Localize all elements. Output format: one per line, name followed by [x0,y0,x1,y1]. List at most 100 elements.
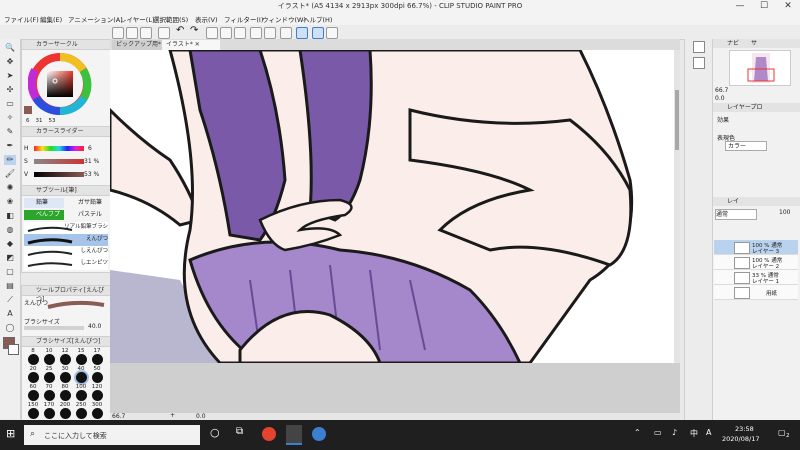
notification-icon[interactable]: ▢ [778,428,786,437]
slider-s-track[interactable] [34,159,84,164]
brush-size-preset[interactable]: 100 [74,384,88,401]
clock-time[interactable]: 23:58 [735,425,754,433]
ruler-icon[interactable]: ⟋ [4,295,16,305]
gradient-icon[interactable]: ◩ [4,253,16,263]
group-rough-pencil[interactable]: ガサ鉛筆 [66,198,108,208]
chrome-icon[interactable] [262,427,276,441]
artwork-canvas[interactable] [108,48,680,412]
group-pen-brush[interactable]: べんフプラン [24,210,64,228]
slider-v-track[interactable] [34,172,84,177]
tab-illustration[interactable]: イラスト* ✕ [162,40,220,50]
clip-studio-icon[interactable] [286,425,302,445]
menu-layer[interactable]: レイヤー(L) [120,14,155,24]
menu-selection[interactable]: 選択範囲(S) [153,14,188,24]
snap-ruler-icon[interactable] [296,27,308,39]
balloon-icon[interactable]: ◯ [4,323,16,333]
brush-size-preset[interactable]: 25 [42,366,56,383]
brush-size-preset[interactable]: 17 [90,348,104,365]
clear-icon[interactable] [206,27,218,39]
brush-size-preset[interactable]: 30 [58,366,72,383]
tab-navigator[interactable]: ナビ [727,40,739,47]
layer-row[interactable]: 100 % 通常 レイヤー 2 [714,255,798,270]
brush-size-preset[interactable]: 150 [26,402,40,419]
ime-indicator[interactable]: A [706,428,711,437]
zoom-in-button[interactable]: + [170,412,175,419]
clock-date[interactable]: 2020/08/17 [722,435,759,443]
brush-size-preset[interactable]: 50 [90,366,104,383]
brush-size-preset[interactable]: 120 [90,384,104,401]
layer-move-icon[interactable]: ✣ [4,85,16,95]
fill-icon[interactable] [234,27,246,39]
brush-size-preset[interactable]: 20 [26,366,40,383]
panel-toggle-icon-2[interactable] [693,57,705,69]
sub-color-swatch[interactable] [8,344,19,355]
select-all-icon[interactable] [250,27,262,39]
menu-help[interactable]: ヘルプ(H) [303,14,332,24]
zoom-tool-icon[interactable]: 🔍 [4,43,16,53]
airbrush-icon[interactable]: ✺ [4,183,16,193]
decoration-icon[interactable]: ❀ [4,197,16,207]
slider-h-track[interactable] [34,146,84,151]
selection-tool-icon[interactable]: ▭ [4,99,16,109]
snap-grid-icon[interactable] [326,27,338,39]
language-icon[interactable]: 中 [690,428,698,439]
brush-size-preset[interactable]: 300 [90,402,104,419]
brush-size-preset[interactable]: 15 [74,348,88,365]
maximize-button[interactable]: ☐ [752,0,776,12]
redo-icon[interactable]: ↷ [190,25,198,36]
brush-size-preset[interactable]: 10 [42,348,56,365]
invert-icon[interactable] [280,27,292,39]
panel-toggle-icon[interactable] [693,41,705,53]
auto-select-icon[interactable]: ✧ [4,113,16,123]
open-icon[interactable] [126,27,138,39]
blend-mode-select[interactable]: 通常 [715,209,757,220]
pen-tool-icon[interactable]: ✒ [4,141,16,151]
move-tool-icon[interactable]: ✥ [4,57,16,67]
blend-icon[interactable]: ◍ [4,225,16,235]
layer-row[interactable]: 33 % 通常 レイヤー 1 [714,270,798,285]
menu-file[interactable]: ファイル(F) [4,14,39,24]
fill-tool-icon[interactable]: ◆ [4,239,16,249]
layer-row[interactable]: 100 % 通常 レイヤー 3 [714,240,798,255]
transform-icon[interactable] [220,27,232,39]
text-tool-icon[interactable]: A [4,309,16,319]
operation-tool-icon[interactable]: ➤ [4,71,16,81]
brush-size-preset[interactable]: 250 [74,402,88,419]
group-pencil[interactable]: 鉛筆 [24,198,64,208]
tab-sub-view[interactable]: サ [751,40,757,47]
menu-window[interactable]: ウィンドウ(W) [262,14,306,24]
network-icon[interactable]: ▭ [654,428,662,437]
snap-special-icon[interactable] [312,27,324,39]
menu-filter[interactable]: フィルター(I) [224,14,263,24]
hue-ring[interactable] [28,52,92,116]
task-view-icon[interactable]: ⧉ [236,426,243,437]
pencil-tool-icon[interactable]: ✏ [4,155,16,165]
volume-icon[interactable]: ♪ [672,428,677,437]
cortana-icon[interactable]: ○ [210,426,220,439]
new-icon[interactable] [112,27,124,39]
brush-size-preset[interactable]: 40 [74,366,88,383]
tab-layer[interactable]: レイ [727,198,739,205]
menu-animation[interactable]: アニメーション(A) [68,14,123,24]
menu-view[interactable]: 表示(V) [195,14,218,24]
close-button[interactable]: ✕ [776,0,800,12]
deselect-icon[interactable] [264,27,276,39]
brush-size-preset[interactable]: 12 [58,348,72,365]
brush-size-preset[interactable]: 70 [42,384,56,401]
save-icon[interactable] [140,27,152,39]
frame-icon[interactable]: ▤ [4,281,16,291]
app-icon[interactable] [312,427,326,441]
brush-tool-icon[interactable]: 🖌 [4,169,16,179]
brush-size-preset[interactable]: 8 [26,348,40,365]
brush-size-slider[interactable] [24,326,84,330]
group-pastel[interactable]: パステル [66,210,108,220]
brush-size-preset[interactable]: 170 [42,402,56,419]
layer-row[interactable]: 用紙 [714,285,798,300]
brush-size-preset[interactable]: 80 [58,384,72,401]
brush-size-preset[interactable]: 60 [26,384,40,401]
brush-size-preset[interactable]: 200 [58,402,72,419]
canvas-area[interactable] [108,48,680,412]
tray-chevron-icon[interactable]: ⌃ [634,428,641,437]
minimize-button[interactable]: — [728,0,752,12]
menu-edit[interactable]: 編集(E) [40,14,62,24]
